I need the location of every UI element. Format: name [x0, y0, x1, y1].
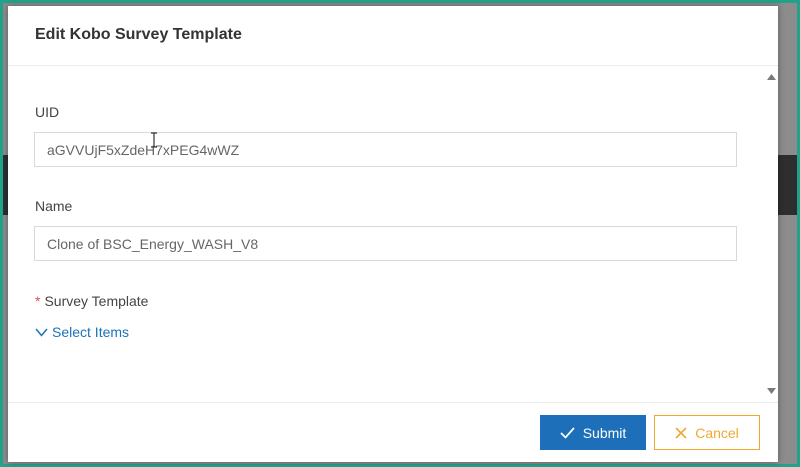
edit-template-dialog: Edit Kobo Survey Template UID Name *Surv…: [8, 6, 778, 462]
select-items-dropdown[interactable]: Select Items: [35, 324, 129, 340]
survey-template-label: * Survey Template: [35, 293, 148, 309]
required-marker: *: [35, 293, 41, 309]
cancel-button[interactable]: Cancel: [654, 415, 760, 450]
close-icon: [675, 426, 687, 439]
dialog-footer: Submit Cancel: [8, 402, 778, 462]
name-label: Name: [35, 198, 73, 214]
uid-label: UID: [35, 104, 60, 120]
survey-template-label-text: Survey Template: [44, 293, 149, 309]
dialog-title: Edit Kobo Survey Template: [35, 26, 242, 43]
name-input[interactable]: [34, 226, 737, 261]
cancel-label: Cancel: [695, 424, 739, 441]
scroll-up-arrow-icon[interactable]: [764, 72, 778, 82]
text-cursor-icon: [151, 132, 157, 148]
dialog-scrollbar[interactable]: [764, 66, 778, 402]
dialog-header: Edit Kobo Survey Template: [8, 6, 778, 66]
select-items-label: Select Items: [52, 324, 130, 340]
submit-label: Submit: [582, 424, 627, 441]
scroll-down-arrow-icon[interactable]: [764, 386, 778, 396]
check-icon: [560, 426, 575, 439]
uid-input[interactable]: [34, 132, 737, 167]
dialog-body[interactable]: UID Name *Survey Template Select Items: [8, 66, 778, 402]
submit-button[interactable]: Submit: [540, 415, 646, 450]
chevron-down-icon: [35, 328, 48, 337]
